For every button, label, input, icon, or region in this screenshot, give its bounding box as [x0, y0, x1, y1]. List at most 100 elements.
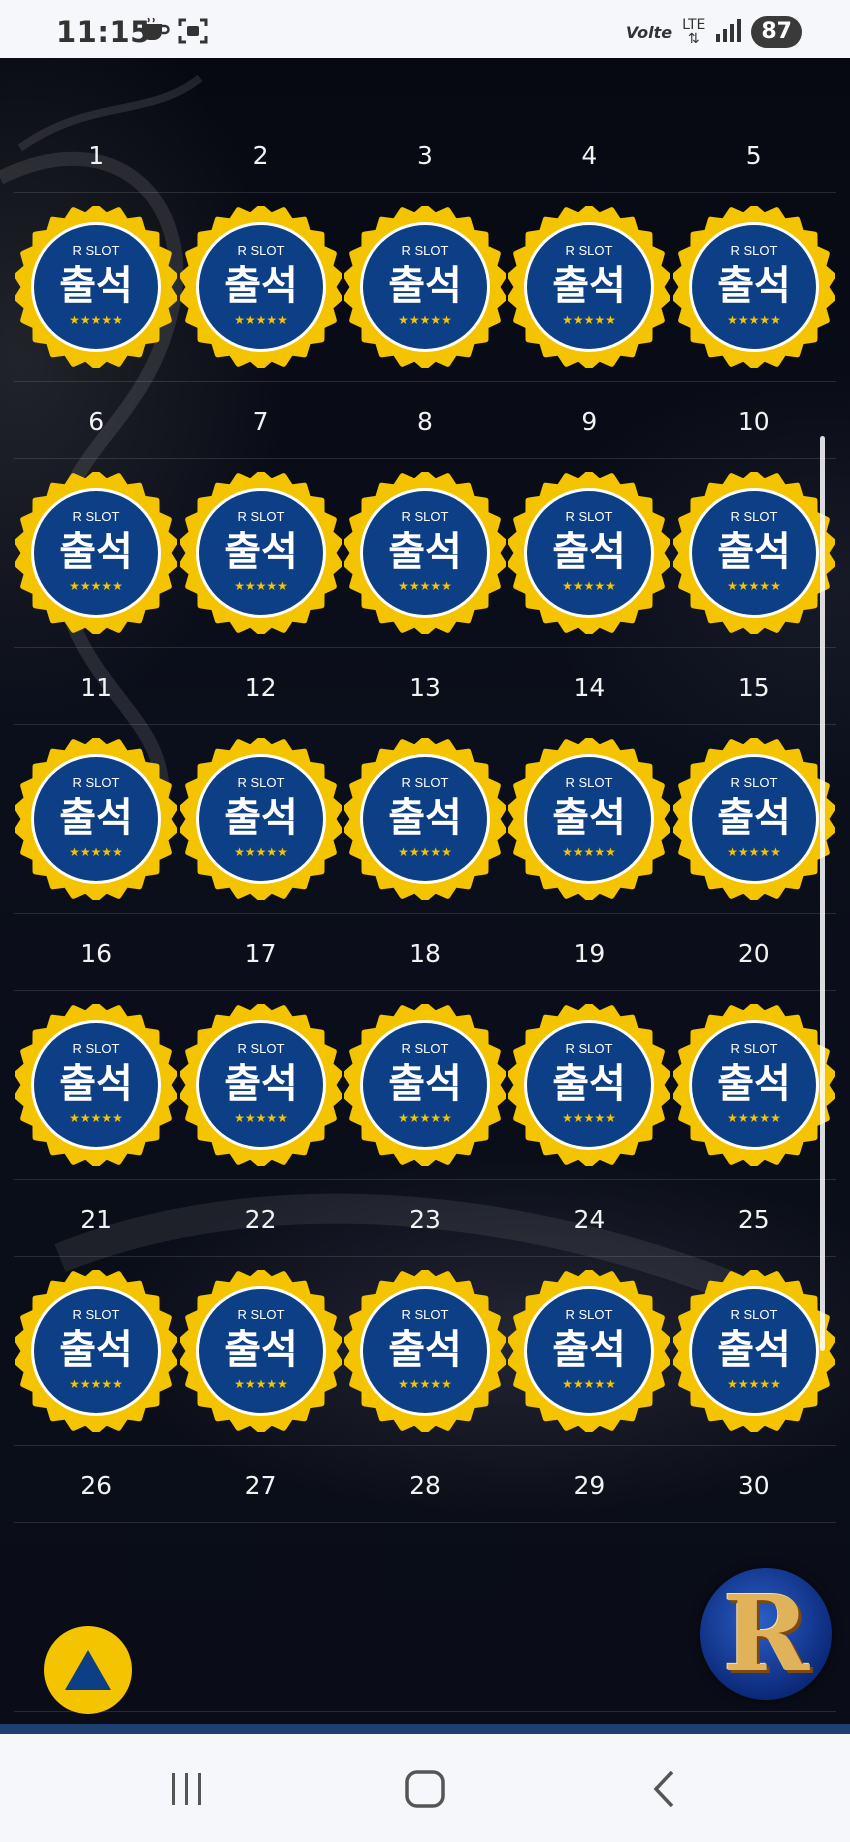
calendar-week-header: 6 7 8 9 10 [14, 382, 836, 459]
attendance-stamp: R SLOT 출석 ★★★★★ [179, 1004, 342, 1166]
badge-stars: ★★★★★ [398, 845, 452, 859]
badge-brand-text: R SLOT [566, 1307, 613, 1322]
day-number: 6 [88, 407, 105, 436]
badge-attendance-label: 출석 [59, 1061, 133, 1107]
day-number: 14 [573, 673, 606, 702]
badge-attendance-label: 출석 [717, 263, 791, 309]
badge-stars: ★★★★★ [398, 313, 452, 327]
attendance-stamp: R SLOT 출석 ★★★★★ [672, 472, 835, 634]
day-cell[interactable]: R SLOT 출석 ★★★★★ [343, 991, 507, 1179]
badge-brand-text: R SLOT [401, 509, 448, 524]
day-cell[interactable]: R SLOT 출석 ★★★★★ [178, 725, 342, 913]
badge-brand-text: R SLOT [401, 1041, 448, 1056]
badge-brand-text: R SLOT [730, 1307, 777, 1322]
badge-stars: ★★★★★ [234, 1111, 288, 1125]
badge-stars: ★★★★★ [234, 313, 288, 327]
badge-brand-text: R SLOT [730, 243, 777, 258]
back-button[interactable] [634, 1764, 694, 1814]
lte-label: LTE [682, 17, 706, 33]
day-cell[interactable]: R SLOT 출석 ★★★★★ [507, 1257, 671, 1445]
attendance-stamp: R SLOT 출석 ★★★★★ [15, 472, 178, 634]
badge-brand-text: R SLOT [730, 775, 777, 790]
day-number: 19 [573, 939, 606, 968]
badge-attendance-label: 출석 [224, 529, 298, 575]
day-number: 25 [737, 1205, 770, 1234]
badge-attendance-label: 출석 [717, 795, 791, 841]
badge-attendance-label: 출석 [388, 795, 462, 841]
day-number: 20 [737, 939, 770, 968]
day-cell[interactable]: R SLOT 출석 ★★★★★ [507, 725, 671, 913]
day-cell[interactable]: R SLOT 출석 ★★★★★ [343, 193, 507, 381]
badge-attendance-label: 출석 [224, 1061, 298, 1107]
day-number: 27 [244, 1471, 277, 1500]
attendance-stamp: R SLOT 출석 ★★★★★ [508, 472, 671, 634]
home-button[interactable] [395, 1764, 455, 1814]
attendance-stamp: R SLOT 출석 ★★★★★ [672, 738, 835, 900]
day-number: 21 [80, 1205, 113, 1234]
day-number: 13 [409, 673, 441, 702]
badge-stars: ★★★★★ [398, 1377, 452, 1391]
badge-brand-text: R SLOT [401, 775, 448, 790]
attendance-stamp: R SLOT 출석 ★★★★★ [672, 1270, 835, 1432]
badge-attendance-label: 출석 [553, 795, 627, 841]
day-cell[interactable]: R SLOT 출석 ★★★★★ [178, 1257, 342, 1445]
day-cell[interactable]: R SLOT 출석 ★★★★★ [14, 459, 178, 647]
scroll-top-button[interactable] [44, 1626, 132, 1714]
badge-stars: ★★★★★ [398, 1111, 452, 1125]
badge-stars: ★★★★★ [727, 1377, 781, 1391]
screenshot-icon [178, 18, 208, 44]
day-cell[interactable]: R SLOT 출석 ★★★★★ [507, 991, 671, 1179]
badge-attendance-label: 출석 [59, 529, 133, 575]
logo-letter: R [722, 1572, 810, 1695]
recent-apps-icon [172, 1773, 201, 1805]
day-number: 4 [581, 141, 598, 170]
badge-brand-text: R SLOT [237, 509, 284, 524]
badge-stars: ★★★★★ [69, 313, 123, 327]
day-number: 17 [244, 939, 277, 968]
badge-brand-text: R SLOT [237, 1041, 284, 1056]
day-cell[interactable]: R SLOT 출석 ★★★★★ [343, 725, 507, 913]
coffee-icon [140, 17, 170, 42]
calendar-week-header: 16 17 18 19 20 [14, 914, 836, 991]
scrollbar[interactable] [820, 436, 825, 1351]
day-cell[interactable]: R SLOT 출석 ★★★★★ [672, 725, 836, 913]
day-cell[interactable]: R SLOT 출석 ★★★★★ [672, 991, 836, 1179]
day-cell[interactable] [507, 1523, 671, 1711]
rslot-logo-button[interactable]: R [700, 1568, 832, 1700]
calendar-week-header: 26 27 28 29 30 [14, 1446, 836, 1523]
day-cell[interactable]: R SLOT 출석 ★★★★★ [507, 193, 671, 381]
day-cell[interactable]: R SLOT 출석 ★★★★★ [14, 991, 178, 1179]
day-number: 18 [409, 939, 441, 968]
back-icon [653, 1770, 674, 1808]
day-cell[interactable]: R SLOT 출석 ★★★★★ [507, 459, 671, 647]
badge-attendance-label: 출석 [388, 529, 462, 575]
badge-stars: ★★★★★ [69, 845, 123, 859]
day-cell[interactable]: R SLOT 출석 ★★★★★ [14, 1257, 178, 1445]
day-cell[interactable]: R SLOT 출석 ★★★★★ [178, 193, 342, 381]
day-cell[interactable]: R SLOT 출석 ★★★★★ [343, 459, 507, 647]
badge-brand-text: R SLOT [566, 1041, 613, 1056]
badge-brand-text: R SLOT [566, 243, 613, 258]
attendance-stamp: R SLOT 출석 ★★★★★ [672, 206, 835, 368]
recent-apps-button[interactable] [157, 1764, 217, 1814]
badge-stars: ★★★★★ [727, 579, 781, 593]
attendance-stamp: R SLOT 출석 ★★★★★ [343, 1004, 506, 1166]
day-cell[interactable]: R SLOT 출석 ★★★★★ [178, 459, 342, 647]
day-number: 29 [573, 1471, 606, 1500]
day-number: 3 [417, 141, 433, 170]
day-cell[interactable]: R SLOT 출석 ★★★★★ [672, 459, 836, 647]
day-cell[interactable] [343, 1523, 507, 1711]
day-cell[interactable]: R SLOT 출석 ★★★★★ [343, 1257, 507, 1445]
day-cell[interactable]: R SLOT 출석 ★★★★★ [672, 1257, 836, 1445]
badge-stars: ★★★★★ [398, 579, 452, 593]
day-cell[interactable] [178, 1523, 342, 1711]
day-cell[interactable]: R SLOT 출석 ★★★★★ [178, 991, 342, 1179]
attendance-stamp: R SLOT 출석 ★★★★★ [672, 1004, 835, 1166]
day-cell[interactable]: R SLOT 출석 ★★★★★ [14, 193, 178, 381]
badge-stars: ★★★★★ [234, 1377, 288, 1391]
badge-brand-text: R SLOT [566, 775, 613, 790]
day-cell[interactable]: R SLOT 출석 ★★★★★ [14, 725, 178, 913]
calendar-week-stamps: R SLOT 출석 ★★★★★ R SLOT 출석 ★★★★★ R SLOT 출석 ★★★★★ R… [14, 193, 836, 382]
day-cell[interactable]: R SLOT 출석 ★★★★★ [672, 193, 836, 381]
day-number: 16 [80, 939, 113, 968]
